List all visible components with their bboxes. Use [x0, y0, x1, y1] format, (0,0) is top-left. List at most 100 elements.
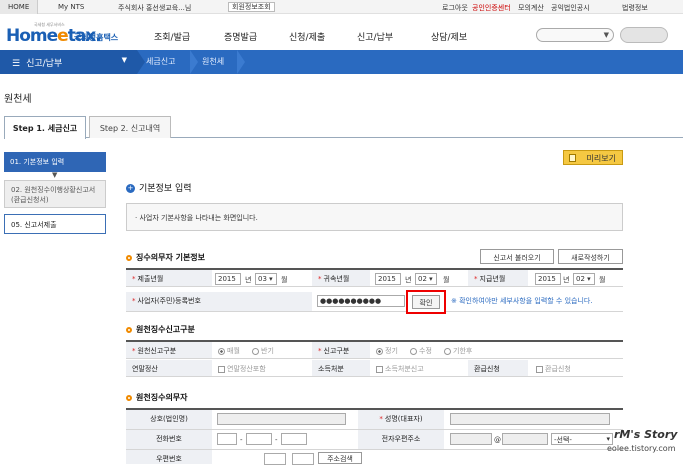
belong-month-select[interactable]: 02 ▾	[415, 273, 437, 285]
label-income-disposal: 소득처분	[312, 360, 370, 376]
info-text: 사업자 기본사항을 나타내는 화면입니다.	[139, 214, 258, 222]
menu-label: 신고/납부	[26, 59, 63, 69]
sidebar-item-basic-info[interactable]: 01. 기본정보 입력	[4, 152, 106, 172]
checkbox-refund[interactable]: 환급신청	[536, 364, 571, 374]
label-yearend: 연말정산	[126, 360, 212, 376]
report-type-form: * 원천신고구분 매월 반기 * 신고구분 정기 수정 기한후 연말정산 연말정산포…	[126, 340, 623, 378]
radio-icon	[444, 347, 451, 355]
page-title: 원천세	[4, 94, 32, 105]
confirm-hint: ※ 확인하여야만 세부사항을 입력할 수 있습니다.	[451, 297, 593, 305]
year-unit: 년	[405, 276, 412, 284]
gnav-report-pay[interactable]: 신고/납부	[357, 30, 393, 43]
plus-circle-icon: +	[126, 184, 135, 193]
preview-label: 미리보기	[586, 154, 616, 163]
year-unit: 년	[245, 276, 252, 284]
logout-link[interactable]: 로그아웃	[442, 3, 468, 13]
load-report-button[interactable]: 신고서 불러오기	[480, 249, 554, 264]
law-info-link[interactable]: 법령정보	[622, 3, 648, 13]
sidebar-item-withholding-report[interactable]: 02. 원천징수이행상황신고서(환급신청서)	[4, 180, 106, 208]
email-id-input[interactable]	[450, 433, 492, 445]
bizno-input[interactable]: ●●●●●●●●●●	[317, 295, 405, 307]
belong-year-input[interactable]: 2015	[375, 273, 401, 285]
phone-1-input[interactable]	[217, 433, 237, 445]
chevron-down-icon: ▾	[606, 435, 610, 443]
company-input[interactable]	[217, 413, 346, 425]
hamburger-icon: ☰	[12, 59, 21, 69]
radio-halfyear[interactable]: 반기	[252, 346, 274, 356]
search-button[interactable]	[620, 27, 668, 43]
phone-3-input[interactable]	[281, 433, 307, 445]
label-rep: * 성명(대표자)	[358, 410, 444, 429]
radio-icon	[252, 347, 259, 355]
checkbox-icon	[376, 365, 383, 373]
radio-amended[interactable]: 수정	[410, 346, 432, 356]
label-refund: 환급신청	[468, 360, 528, 376]
gnav-certificate[interactable]: 증명발급	[224, 30, 257, 43]
sidebar-item-submit[interactable]: 05. 신고서제출	[4, 214, 106, 234]
label-belong-ym: * 귀속년월	[312, 270, 370, 286]
my-nts-link[interactable]: My NTS	[58, 3, 84, 11]
checkbox-yearend[interactable]: 연말정산포함	[218, 364, 266, 374]
label-company: 상호(법인명)	[126, 410, 212, 429]
address-search-button[interactable]: 주소검색	[318, 452, 362, 464]
label-submit-ym: * 제출년월	[126, 270, 212, 286]
info-box: · 사업자 기본사항을 나타내는 화면입니다.	[126, 203, 623, 231]
zip-2-input[interactable]	[292, 453, 314, 465]
location-bar: ☰ 신고/납부 ▼ 세금신고 원천세	[0, 50, 683, 74]
radio-regular[interactable]: 정기	[376, 346, 398, 356]
form-row: 우편번호 주소검색	[126, 450, 623, 465]
rep-name-input[interactable]	[450, 413, 610, 425]
checkbox-income-disposal[interactable]: 소득처분신고	[376, 364, 424, 374]
menu-dropdown[interactable]: ☰ 신고/납부 ▼	[0, 50, 137, 74]
label-zip: 우편번호	[126, 450, 212, 464]
gnav-inquiry[interactable]: 조회/발급	[154, 30, 190, 43]
email-domain-select[interactable]: -선택- ▾	[551, 433, 613, 445]
breadcrumb-tax-report[interactable]: 세금신고	[146, 56, 175, 67]
tab-step1[interactable]: Step 1. 세금신고	[4, 116, 86, 139]
top-utility-bar: HOME My NTS 주식회사 홍선생교육...님 회원정보조회 로그아웃 공…	[0, 0, 683, 14]
member-info-button[interactable]: 회원정보조회	[228, 2, 275, 12]
payer-detail-form: 상호(법인명) * 성명(대표자) 전화번호 - - 전자우편주소 @ -선택- ▾…	[126, 408, 623, 465]
month-unit: 월	[281, 276, 288, 284]
breadcrumb-separator	[237, 50, 245, 74]
submit-year-input[interactable]: 2015	[215, 273, 241, 285]
public-corp-link[interactable]: 공익법인공시	[551, 3, 590, 13]
group-title-payer-detail: 원천징수의무자	[126, 392, 188, 403]
home-link[interactable]: HOME	[0, 0, 39, 14]
gnav-consult[interactable]: 상담/제보	[431, 30, 467, 43]
form-row: 상호(법인명) * 성명(대표자)	[126, 410, 623, 430]
pay-month-select[interactable]: 02 ▾	[573, 273, 595, 285]
month-unit: 월	[443, 276, 450, 284]
section-title: + 기본정보 입력	[126, 184, 192, 194]
radio-icon	[376, 347, 383, 355]
hometax-logo[interactable]: 국세청 세무서비스 Homeetax. 국세청홈택스	[6, 22, 124, 50]
search-input[interactable]: ▼	[536, 28, 614, 42]
user-company-name: 주식회사 홍선생교육...님	[118, 4, 192, 12]
group-title-report-type: 원천징수신고구분	[126, 324, 195, 335]
preview-button[interactable]: 미리보기	[563, 150, 623, 165]
zip-1-input[interactable]	[264, 453, 286, 465]
radio-monthly[interactable]: 매월	[218, 346, 240, 356]
submit-month-select[interactable]: 03 ▾	[255, 273, 277, 285]
cert-center-link[interactable]: 공인인증센터	[472, 3, 511, 13]
radio-late[interactable]: 기한후	[444, 346, 472, 356]
pay-year-input[interactable]: 2015	[535, 273, 561, 285]
email-domain-input[interactable]	[502, 433, 548, 445]
new-report-button[interactable]: 새로작성하기	[558, 249, 623, 264]
bullet-icon	[126, 326, 132, 333]
group-title-payer: 징수의무자 기본정보	[126, 252, 205, 263]
site-header: 국세청 세무서비스 Homeetax. 국세청홈택스 조회/발급 증명발급 신청…	[0, 14, 683, 54]
checkbox-icon	[536, 365, 543, 373]
tab-step2[interactable]: Step 2. 신고내역	[89, 116, 171, 138]
blog-watermark: rM's Story	[614, 428, 678, 441]
label-email: 전자우편주소	[358, 430, 444, 449]
bullet-icon	[126, 254, 132, 261]
mock-calc-link[interactable]: 모의계산	[518, 3, 544, 13]
arrow-down-icon: ▼	[52, 171, 58, 179]
phone-2-input[interactable]	[246, 433, 272, 445]
breadcrumb-withholding[interactable]: 원천세	[202, 56, 224, 67]
month-unit: 월	[599, 276, 606, 284]
confirm-button[interactable]: 확인	[412, 295, 440, 309]
gnav-application[interactable]: 신청/제출	[289, 30, 325, 43]
logo-korean-name: 국세청홈택스	[74, 33, 119, 42]
